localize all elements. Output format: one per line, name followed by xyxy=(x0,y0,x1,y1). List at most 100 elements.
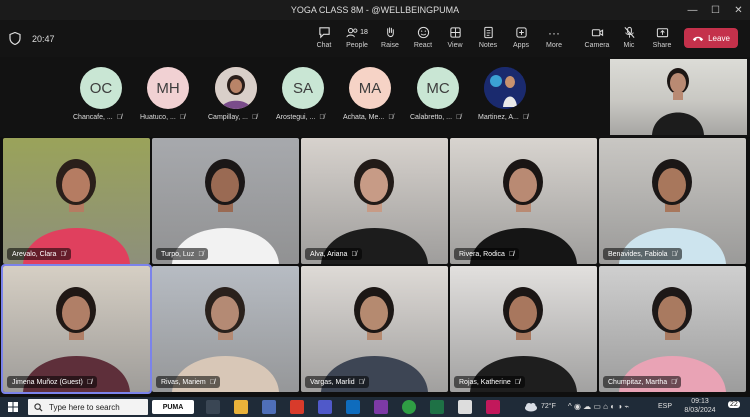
more-button[interactable]: ··· More xyxy=(536,25,572,50)
clock-time[interactable]: 09:13 xyxy=(682,398,718,405)
avatar-mc[interactable]: MC xyxy=(417,67,459,109)
avatar-ma[interactable]: MA xyxy=(349,67,391,109)
video-tile[interactable]: Rojas, Katherine 🎙̸ xyxy=(450,266,597,392)
share-button[interactable]: Share xyxy=(644,25,680,49)
file-explorer-icon[interactable] xyxy=(234,400,248,414)
windows-start-icon[interactable] xyxy=(8,402,18,412)
weather-temp[interactable]: 72°F xyxy=(541,403,556,410)
person-face xyxy=(658,296,686,330)
app-icon-1[interactable] xyxy=(262,400,276,414)
participant-name-label: Rivas, Mariem 🎙̸ xyxy=(156,376,220,388)
chrome-icon[interactable] xyxy=(402,400,416,414)
video-tile[interactable]: Rivas, Mariem 🎙̸ xyxy=(152,266,299,392)
participant-video xyxy=(172,287,279,392)
onenote-icon[interactable] xyxy=(374,400,388,414)
app-icon-4[interactable] xyxy=(486,400,500,414)
taskbar-search-input[interactable]: Type here to search xyxy=(28,399,148,415)
participant-video xyxy=(23,287,130,392)
participant-name: Jimena Muñoz (Guest) xyxy=(12,378,83,386)
clock-date[interactable]: 8/03/2024 xyxy=(679,407,721,414)
outlook-icon[interactable] xyxy=(346,400,360,414)
chat-button[interactable]: Chat xyxy=(306,25,342,49)
phone-icon xyxy=(692,36,704,41)
video-tile[interactable]: Rivera, Rodica 🎙̸ xyxy=(450,138,597,264)
participant-video xyxy=(619,159,726,264)
window-titlebar: YOGA CLASS 8M - @WELLBEINGPUMA — ☐ ✕ xyxy=(0,0,750,20)
participant-name-label: Jimena Muñoz (Guest) 🎙̸ xyxy=(7,376,98,388)
avatar-photo-martinez[interactable] xyxy=(484,67,526,109)
avatar-mh[interactable]: MH xyxy=(147,67,189,109)
maximize-button[interactable]: ☐ xyxy=(704,0,727,20)
avatar-oc[interactable]: OC xyxy=(80,67,122,109)
video-tile[interactable]: Benavides, Fabiola 🎙̸ xyxy=(599,138,746,264)
notification-badge[interactable]: 22 xyxy=(728,401,740,408)
people-button[interactable]: 18 People xyxy=(339,25,375,49)
camera-button[interactable]: Camera xyxy=(579,25,615,49)
raise-hand-button[interactable]: Raise xyxy=(372,25,408,49)
participant-name-label: Vargas, Marlid 🎙̸ xyxy=(305,376,369,388)
people-label: People xyxy=(346,42,368,49)
task-view-icon[interactable] xyxy=(206,400,220,414)
participant-name: Turpo, Luz xyxy=(161,250,195,258)
participant-video xyxy=(321,159,428,264)
mic-off-icon: 🎙̸ xyxy=(508,250,515,258)
mic-off-icon: 🎙̸ xyxy=(522,114,529,121)
notes-icon xyxy=(470,25,506,40)
mic-off-icon: 🎙̸ xyxy=(514,378,521,386)
tray-icons[interactable]: ^ ◉ ☁ ▭ ⌂ ◐ ◑ ⌁ xyxy=(568,402,629,411)
mic-off-icon: 🎙̸ xyxy=(116,114,122,121)
meeting-toolbar: 20:47 Chat 18 People Raise React View No… xyxy=(0,20,750,58)
person-face xyxy=(211,168,239,202)
avatar-photo xyxy=(484,67,526,109)
shield-icon xyxy=(9,32,21,45)
puma-app-icon[interactable]: PUMA xyxy=(152,400,194,414)
close-button[interactable]: ✕ xyxy=(727,0,750,20)
participant-video xyxy=(619,287,726,392)
language-indicator[interactable]: ESP xyxy=(658,403,672,410)
mic-off-icon: 🎙̸ xyxy=(86,378,93,386)
participant-name: Benavides, Fabiola xyxy=(608,250,668,258)
people-icon: 18 xyxy=(339,25,375,40)
share-icon xyxy=(644,25,680,40)
more-label: More xyxy=(546,42,562,49)
raise-label: Raise xyxy=(381,42,399,49)
teams-icon[interactable] xyxy=(318,400,332,414)
window-title: YOGA CLASS 8M - @WELLBEINGPUMA xyxy=(290,5,460,15)
participant-name-label: Turpo, Luz 🎙̸ xyxy=(156,248,209,260)
excel-icon[interactable] xyxy=(430,400,444,414)
video-tile[interactable]: Chumpitaz, Martha 🎙̸ xyxy=(599,266,746,392)
mic-off-icon: 🎙̸ xyxy=(351,250,357,258)
video-tile[interactable]: Arevalo, Clara 🎙̸ xyxy=(3,138,150,264)
participant-video xyxy=(470,287,577,392)
app-icon-3[interactable] xyxy=(458,400,472,414)
avatar-photo-campillay[interactable] xyxy=(215,67,257,109)
participant-name: Arevalo, Clara xyxy=(12,250,57,258)
person-face xyxy=(62,168,90,202)
person-face xyxy=(360,296,388,330)
video-tile[interactable]: Jimena Muñoz (Guest) 🎙̸ xyxy=(1,264,152,394)
participant-name-label: Benavides, Fabiola 🎙̸ xyxy=(603,248,682,260)
video-tile[interactable]: Alva, Ariana 🎙̸ xyxy=(301,138,448,264)
person-face xyxy=(658,168,686,202)
app-icon-2[interactable] xyxy=(290,400,304,414)
video-tile[interactable]: Turpo, Luz 🎙̸ xyxy=(152,138,299,264)
participant-video xyxy=(172,159,279,264)
video-tile[interactable]: Vargas, Marlid 🎙̸ xyxy=(301,266,448,392)
self-view-video[interactable] xyxy=(610,59,747,135)
leave-button[interactable]: Leave xyxy=(684,28,738,48)
avatar-sa[interactable]: SA xyxy=(282,67,324,109)
participant-name: Rojas, Katherine xyxy=(459,378,511,386)
participant-name: Rivera, Rodica xyxy=(459,250,505,258)
participant-name-6: Martinez, A... 🎙̸ xyxy=(478,114,529,121)
react-button[interactable]: React xyxy=(405,25,441,49)
view-button[interactable]: View xyxy=(437,25,473,49)
ellipsis-icon: ··· xyxy=(548,25,560,40)
mic-label: Mic xyxy=(623,42,635,49)
participant-video xyxy=(470,159,577,264)
apps-button[interactable]: Apps xyxy=(503,25,539,49)
mic-off-icon: 🎙̸ xyxy=(319,114,325,121)
mic-button[interactable]: Mic xyxy=(611,25,647,49)
notes-button[interactable]: Notes xyxy=(470,25,506,49)
mic-off-icon: 🎙̸ xyxy=(358,378,364,386)
minimize-button[interactable]: — xyxy=(681,0,704,20)
